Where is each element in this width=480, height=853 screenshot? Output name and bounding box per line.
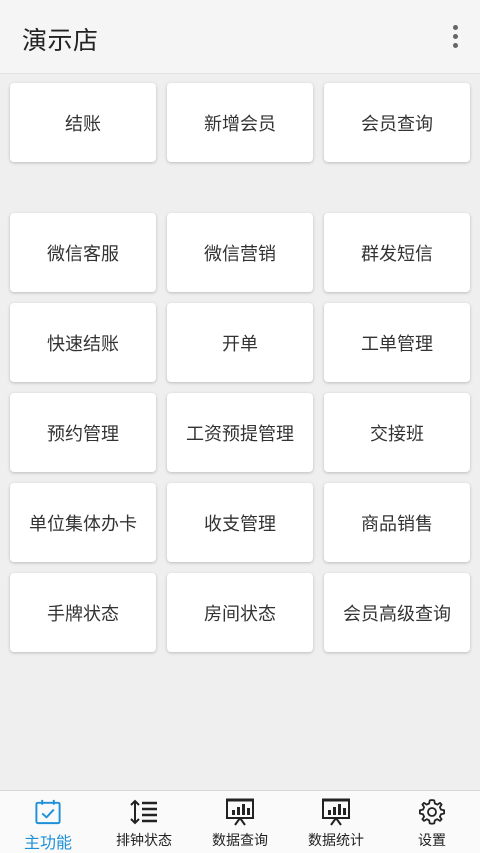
bottom-nav: 主功能 排钟状态 数据查询 数据统计 设置 xyxy=(0,790,480,853)
action-income-expense-button[interactable]: 收支管理 xyxy=(167,483,313,562)
action-add-member-button[interactable]: 新增会员 xyxy=(167,83,313,162)
nav-data-query[interactable]: 数据查询 xyxy=(192,791,288,853)
action-member-advanced-query-button[interactable]: 会员高级查询 xyxy=(324,573,470,652)
action-work-order-button[interactable]: 工单管理 xyxy=(324,303,470,382)
page-title: 演示店 xyxy=(22,26,99,55)
function-grid: 微信客服 微信营销 群发短信 快速结账 开单 工单管理 预约管理 工资预提管理 … xyxy=(10,213,470,652)
action-checkout-button[interactable]: 结账 xyxy=(10,83,156,162)
nav-settings[interactable]: 设置 xyxy=(384,791,480,853)
action-salary-advance-button[interactable]: 工资预提管理 xyxy=(167,393,313,472)
nav-label: 设置 xyxy=(418,833,446,849)
action-wechat-marketing-button[interactable]: 微信营销 xyxy=(167,213,313,292)
calendar-check-icon xyxy=(35,799,61,825)
more-vertical-icon[interactable] xyxy=(450,25,460,51)
action-shift-handover-button[interactable]: 交接班 xyxy=(324,393,470,472)
nav-queue-status[interactable]: 排钟状态 xyxy=(96,791,192,853)
action-member-query-button[interactable]: 会员查询 xyxy=(324,83,470,162)
action-open-order-button[interactable]: 开单 xyxy=(167,303,313,382)
action-appointment-button[interactable]: 预约管理 xyxy=(10,393,156,472)
gear-icon xyxy=(419,799,445,825)
action-group-card-button[interactable]: 单位集体办卡 xyxy=(10,483,156,562)
app-bar: 演示店 xyxy=(0,0,480,74)
nav-label: 数据统计 xyxy=(308,833,364,849)
nav-label: 排钟状态 xyxy=(116,833,172,849)
action-room-status-button[interactable]: 房间状态 xyxy=(167,573,313,652)
presentation-chart-icon xyxy=(322,798,350,826)
action-product-sales-button[interactable]: 商品销售 xyxy=(324,483,470,562)
action-group-sms-button[interactable]: 群发短信 xyxy=(324,213,470,292)
action-wristband-status-button[interactable]: 手牌状态 xyxy=(10,573,156,652)
nav-label: 主功能 xyxy=(23,833,72,852)
nav-label: 数据查询 xyxy=(212,833,268,849)
sort-list-icon xyxy=(130,799,157,825)
nav-main-functions[interactable]: 主功能 xyxy=(0,791,96,853)
quick-actions: 结账 新增会员 会员查询 xyxy=(10,83,470,162)
nav-data-statistics[interactable]: 数据统计 xyxy=(288,791,384,853)
presentation-chart-icon xyxy=(226,798,254,826)
action-quick-checkout-button[interactable]: 快速结账 xyxy=(10,303,156,382)
action-wechat-service-button[interactable]: 微信客服 xyxy=(10,213,156,292)
